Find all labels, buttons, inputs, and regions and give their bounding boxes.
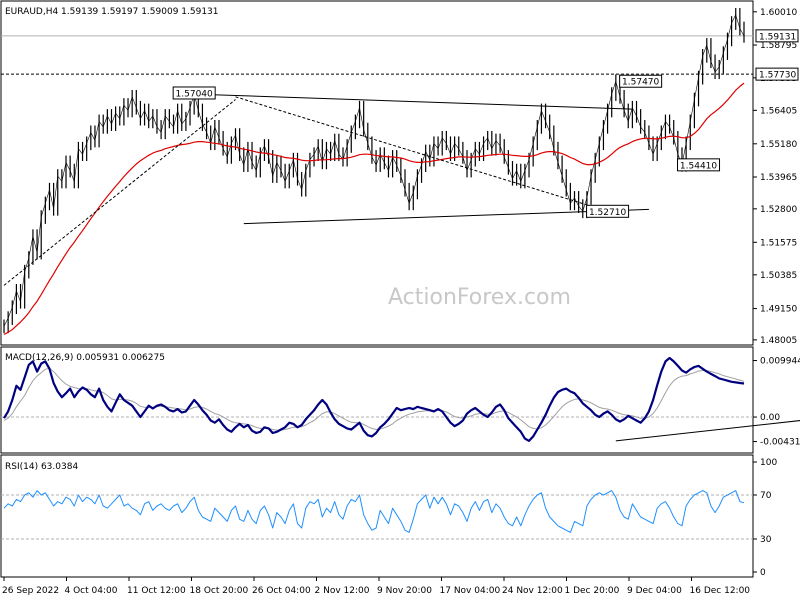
y-tick-label: 1.50385 bbox=[760, 271, 797, 281]
x-tick-label: 16 Dec 12:00 bbox=[690, 586, 751, 596]
y-tick-label: 1.53965 bbox=[760, 173, 797, 183]
x-tick-label: 24 Nov 12:00 bbox=[502, 586, 563, 596]
x-tick-label: 2 Nov 12:00 bbox=[315, 586, 370, 596]
rsi-label: RSI(14) 63.0384 bbox=[5, 462, 78, 472]
x-tick-label: 11 Oct 12:00 bbox=[127, 586, 186, 596]
x-tick-label: 18 Oct 20:00 bbox=[190, 586, 249, 596]
x-tick-label: 1 Dec 20:00 bbox=[565, 586, 620, 596]
symbol-header: EURAUD,H4 1.59139 1.59197 1.59009 1.5913… bbox=[5, 7, 219, 17]
y-tick-label: 1.48005 bbox=[760, 336, 797, 346]
rsi-tick-label: 30 bbox=[760, 535, 772, 545]
y-tick-label: 1.60010 bbox=[760, 8, 797, 18]
price-tag-label: 1.57730 bbox=[759, 71, 796, 81]
x-tick-label: 9 Nov 20:00 bbox=[377, 586, 432, 596]
macd-label: MACD(12,26,9) 0.005931 0.006275 bbox=[5, 353, 165, 363]
main-panel bbox=[0, 0, 754, 346]
x-tick-label: 4 Oct 04:00 bbox=[65, 586, 118, 596]
macd-tick-label: 0.009944 bbox=[760, 357, 800, 367]
x-tick-label: 26 Sep 2022 bbox=[2, 586, 59, 596]
x-tick-label: 9 Dec 04:00 bbox=[627, 586, 682, 596]
y-tick-label: 1.52800 bbox=[760, 205, 797, 215]
chart-svg: ActionForex.com 1.57040 1.57470 1.52710 1.5… bbox=[0, 0, 800, 596]
macd-tick-label: -0.004313 bbox=[760, 438, 800, 448]
rsi-tick-label: 70 bbox=[760, 491, 772, 501]
y-tick-label: 1.55180 bbox=[760, 140, 797, 150]
price-tag-label: 1.59131 bbox=[759, 32, 796, 42]
y-tick-label: 1.49150 bbox=[760, 305, 797, 315]
x-tick-label: 17 Nov 04:00 bbox=[440, 586, 501, 596]
x-tick-label: 26 Oct 04:00 bbox=[252, 586, 311, 596]
y-tick-label: 1.56405 bbox=[760, 106, 797, 116]
annotation-label: 1.57470 bbox=[622, 78, 659, 88]
rsi-tick-label: 100 bbox=[760, 458, 777, 468]
watermark: ActionForex.com bbox=[388, 285, 571, 310]
y-tick-label: 1.51575 bbox=[760, 238, 797, 248]
annotation-label: 1.57040 bbox=[176, 89, 213, 99]
chart: ActionForex.com 1.57040 1.57470 1.52710 1.5… bbox=[0, 0, 800, 600]
y-tick-label: 1.58795 bbox=[760, 41, 797, 51]
annotation-label: 1.52710 bbox=[589, 208, 626, 218]
macd-tick-label: 0.00 bbox=[760, 413, 780, 423]
rsi-tick-label: 0 bbox=[760, 568, 766, 578]
annotation-label: 1.54410 bbox=[680, 161, 717, 171]
